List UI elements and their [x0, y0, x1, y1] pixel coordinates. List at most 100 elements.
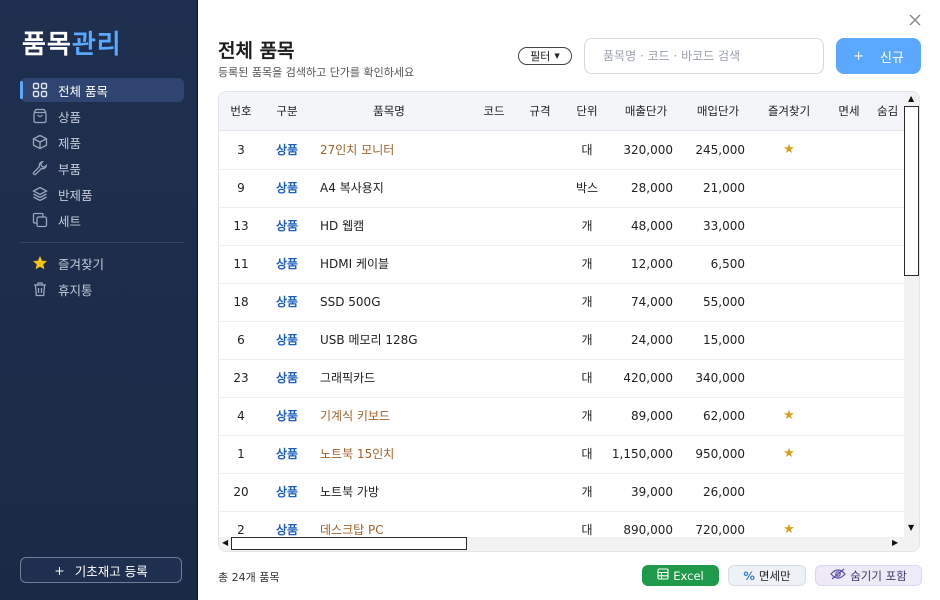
column-header-category[interactable]: 구분	[267, 92, 307, 130]
cell-no: 9	[237, 181, 245, 195]
wrench-icon	[32, 160, 48, 176]
favorite-star-icon[interactable]: ★	[759, 435, 819, 473]
column-header-no[interactable]: 번호	[219, 92, 263, 130]
sidebar: 품목관리 전체 품목 상품 제품 부품 반제품 세트 즐겨찾기 휴지통 + 기초…	[0, 0, 198, 600]
scroll-down-icon[interactable]: ▼	[908, 523, 914, 532]
sidebar-item-favorites[interactable]: 즐겨찾기	[20, 251, 184, 275]
favorite-star-icon[interactable]: ★	[759, 397, 819, 435]
cell-no: 11	[233, 257, 249, 271]
cell-unit: 박스	[575, 181, 599, 195]
cell-name: USB 메모리 128G	[320, 333, 418, 347]
cell-sale-price: 39,000	[631, 485, 673, 499]
excel-button[interactable]: Excel	[642, 565, 719, 586]
scrollbar-corner	[904, 537, 919, 551]
cell-no: 6	[237, 333, 245, 347]
column-header-taxfree[interactable]: 면세	[831, 92, 867, 130]
cell-unit: 개	[581, 485, 593, 499]
items-table: 번호 구분 품목명 코드 규격 단위 매출단가 매입단가 즐겨찾기 면세 숨김 …	[218, 91, 920, 552]
sidebar-item-products[interactable]: 제품	[20, 130, 184, 154]
cell-category: 상품	[275, 181, 299, 195]
table-row[interactable]: 18 상품 SSD 500G 개 74,000 55,000	[219, 283, 904, 322]
logo-part1: 품목	[22, 30, 72, 60]
page-title: 전체 품목	[218, 40, 295, 62]
table-row[interactable]: 20 상품 노트북 가방 개 39,000 26,000	[219, 473, 904, 512]
bag-icon	[32, 108, 48, 124]
include-hidden-button[interactable]: 숨기기 포함	[815, 565, 922, 586]
grid-icon	[32, 82, 48, 98]
cell-category: 상품	[275, 219, 299, 233]
cell-no: 1	[237, 447, 245, 461]
horizontal-scroll-thumb[interactable]	[231, 537, 467, 550]
cell-unit: 대	[581, 371, 593, 385]
close-icon[interactable]	[908, 12, 922, 26]
cell-no: 20	[233, 485, 249, 499]
cell-unit: 개	[581, 295, 593, 309]
filter-button[interactable]: 필터 ▼	[518, 47, 572, 65]
table-row[interactable]: 1 상품 노트북 15인치 대 1,150,000 950,000 ★	[219, 435, 904, 474]
initial-stock-label: 기초재고 등록	[74, 563, 148, 579]
table-row[interactable]: 3 상품 27인치 모니터 대 320,000 245,000 ★	[219, 131, 904, 170]
sidebar-item-goods[interactable]: 상품	[20, 104, 184, 128]
copy-icon	[32, 212, 48, 228]
sidebar-item-all[interactable]: 전체 품목	[20, 78, 184, 102]
column-header-sale-price[interactable]: 매출단가	[615, 92, 677, 130]
initial-stock-button[interactable]: + 기초재고 등록	[20, 557, 182, 583]
taxfree-label: 면세만	[758, 568, 791, 583]
table-row[interactable]: 4 상품 기계식 키보드 개 89,000 62,000 ★	[219, 397, 904, 436]
cell-buy-price: 55,000	[703, 295, 745, 309]
cell-buy-price: 245,000	[695, 143, 745, 157]
app-logo: 품목관리	[22, 24, 122, 61]
cell-sale-price: 1,150,000	[611, 447, 673, 461]
cell-category: 상품	[275, 447, 299, 461]
sidebar-item-semi[interactable]: 반제품	[20, 182, 184, 206]
cell-name: 기계식 키보드	[320, 409, 391, 423]
cell-no: 4	[237, 409, 245, 423]
vertical-scrollbar[interactable]: ▲ ▼	[904, 92, 919, 537]
table-row[interactable]: 9 상품 A4 복사용지 박스 28,000 21,000	[219, 169, 904, 208]
table-row[interactable]: 13 상품 HD 웹캠 개 48,000 33,000	[219, 207, 904, 246]
sidebar-item-trash[interactable]: 휴지통	[20, 277, 184, 301]
scroll-right-icon[interactable]: ▶	[892, 538, 898, 547]
cell-name: 27인치 모니터	[320, 143, 395, 157]
column-header-unit[interactable]: 단위	[567, 92, 607, 130]
cell-name: SSD 500G	[320, 295, 381, 309]
cell-name: 노트북 15인치	[320, 447, 395, 461]
cell-no: 3	[237, 143, 245, 157]
taxfree-only-button[interactable]: % 면세만	[728, 565, 806, 586]
sidebar-item-label: 전체 품목	[58, 83, 108, 99]
table-row[interactable]: 11 상품 HDMI 케이블 개 12,000 6,500	[219, 245, 904, 284]
sidebar-item-label: 반제품	[58, 187, 93, 203]
sidebar-divider	[20, 242, 184, 243]
column-header-name[interactable]: 품목명	[339, 92, 439, 130]
cell-unit: 대	[581, 447, 593, 461]
plus-icon: +	[54, 562, 65, 578]
sidebar-item-set[interactable]: 세트	[20, 208, 184, 232]
cell-category: 상품	[275, 333, 299, 347]
column-header-favorite[interactable]: 즐겨찾기	[759, 92, 819, 130]
cell-sale-price: 12,000	[631, 257, 673, 271]
search-input[interactable]	[601, 48, 805, 64]
sidebar-item-parts[interactable]: 부품	[20, 156, 184, 180]
sidebar-item-label: 즐겨찾기	[58, 256, 105, 272]
vertical-scroll-thumb[interactable]	[904, 106, 919, 276]
excel-label: Excel	[673, 568, 704, 583]
cell-unit: 개	[581, 219, 593, 233]
table-row[interactable]: 23 상품 그래픽카드 대 420,000 340,000	[219, 359, 904, 398]
new-item-button[interactable]: + 신규	[836, 38, 921, 74]
table-row[interactable]: 6 상품 USB 메모리 128G 개 24,000 15,000	[219, 321, 904, 360]
horizontal-scrollbar[interactable]: ◀ ▶	[219, 537, 904, 551]
column-header-code[interactable]: 코드	[477, 92, 511, 130]
cell-buy-price: 62,000	[703, 409, 745, 423]
column-header-spec[interactable]: 규격	[523, 92, 557, 130]
cell-buy-price: 6,500	[710, 257, 745, 271]
scroll-up-icon[interactable]: ▲	[908, 94, 914, 103]
cell-category: 상품	[275, 485, 299, 499]
scroll-left-icon[interactable]: ◀	[222, 538, 228, 547]
table-header: 번호 구분 품목명 코드 규격 단위 매출단가 매입단가 즐겨찾기 면세 숨김	[219, 92, 904, 131]
favorite-star-icon[interactable]: ★	[759, 131, 819, 169]
column-header-buy-price[interactable]: 매입단가	[687, 92, 749, 130]
cell-category: 상품	[275, 143, 299, 157]
percent-icon: %	[743, 568, 755, 583]
spreadsheet-icon	[657, 568, 669, 583]
cell-unit: 개	[581, 257, 593, 271]
